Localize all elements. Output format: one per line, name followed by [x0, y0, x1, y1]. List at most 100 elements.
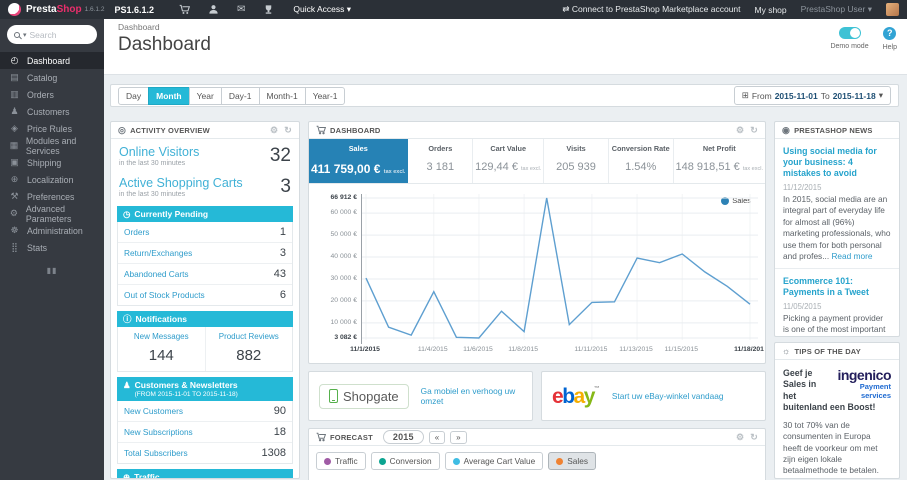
refresh-icon[interactable]: ↻: [284, 125, 292, 136]
sidebar-item-advanced-parameters[interactable]: ⚙ Advanced Parameters: [0, 204, 104, 224]
forecast-legend-conversion[interactable]: Conversion: [370, 452, 440, 470]
shopgate-ad-link[interactable]: Ga mobiel en verhoog uw omzet: [421, 386, 522, 406]
sidebar-item-dashboard[interactable]: ◴ Dashboard: [0, 52, 104, 69]
pending-row-abandoned-carts[interactable]: Abandoned Carts 43: [118, 264, 292, 286]
kpi-cart-value[interactable]: Cart Value 129,44 € tax excl.: [473, 139, 545, 183]
trophy-icon[interactable]: [263, 4, 274, 15]
sidebar-item-shipping[interactable]: ▣ Shipping: [0, 154, 104, 171]
chart-y-axis: 66 912 € 60 000 € 50 000 € 40 000 € 30 000 €…: [317, 194, 361, 344]
kpi-net-profit[interactable]: Net Profit 148 918,51 € tax excl.: [674, 139, 765, 183]
shopgate-ad-card[interactable]: Shopgate Ga mobiel en verhoog uw omzet: [308, 371, 533, 421]
chevron-down-icon: ▾: [878, 90, 883, 100]
gear-icon[interactable]: ⚙: [270, 125, 278, 136]
pending-row-out-of-stock[interactable]: Out of Stock Products 6: [118, 285, 292, 305]
forecast-year: 2015: [382, 430, 424, 444]
forecast-panel-title: FORECAST: [330, 432, 373, 442]
gear-icon[interactable]: ⚙: [736, 432, 744, 443]
read-more-link[interactable]: Read more: [831, 251, 872, 261]
search-input[interactable]: [29, 29, 88, 40]
administration-icon: ☸: [10, 225, 19, 235]
range-day-1-button[interactable]: Day-1: [220, 86, 260, 105]
range-year-button[interactable]: Year: [188, 86, 222, 105]
customers-title: Customers & Newsletters: [134, 380, 238, 391]
sidebar-item-stats[interactable]: ⣿ Stats: [0, 239, 104, 256]
sidebar-item-localization[interactable]: ⊕ Localization: [0, 171, 104, 188]
sidebar-item-customers[interactable]: ♟ Customers: [0, 103, 104, 120]
messages-icon[interactable]: ✉: [237, 4, 245, 15]
cart-icon: [316, 432, 327, 443]
sidebar-item-preferences[interactable]: ⚒ Preferences: [0, 188, 104, 205]
new-messages-cell[interactable]: New Messages 144: [118, 327, 205, 371]
forecast-legend-sales[interactable]: Sales: [548, 452, 596, 470]
x-axis-tick-label: 11/6/2015: [463, 346, 493, 353]
news-article-title[interactable]: Using social media for your business: 4 …: [783, 146, 891, 179]
date-range-picker[interactable]: ⊞ From 2015-11-01 To 2015-11-18 ▾: [733, 86, 891, 105]
news-article-title[interactable]: Ecommerce 101: Payments in a Tweet: [783, 276, 891, 298]
currently-pending-section: ◷ Currently Pending Orders 1 Return/Exchan…: [117, 206, 293, 307]
kpi-conversion-rate[interactable]: Conversion Rate 1.54%: [609, 139, 674, 183]
kpi-visits[interactable]: Visits 205 939: [544, 139, 609, 183]
forecast-legend-average-cart-value[interactable]: Average Cart Value: [444, 452, 544, 470]
quick-access-menu[interactable]: Quick Access ▾: [293, 4, 351, 15]
cart-icon[interactable]: [179, 4, 191, 15]
range-day-button[interactable]: Day: [118, 86, 150, 105]
user-avatar[interactable]: [886, 3, 899, 16]
ebay-ad-link[interactable]: Start uw eBay-winkel vandaag: [612, 391, 724, 401]
sidebar-item-modules[interactable]: ▦ Modules and Services: [0, 136, 104, 156]
row-new-subscriptions[interactable]: New Subscriptions 18: [118, 422, 292, 444]
sales-dot-icon: [556, 457, 564, 465]
range-month-1-button[interactable]: Month-1: [258, 86, 306, 105]
lightbulb-icon: ☼: [782, 346, 791, 356]
online-visitors-label: Online Visitors: [119, 145, 200, 159]
notifications-section: ⓘ Notifications New Messages 144 Product …: [117, 311, 293, 373]
refresh-icon[interactable]: ↻: [750, 125, 758, 136]
prestashop-news-panel: ◉ PRESTASHOP NEWS Using social media for…: [774, 121, 900, 337]
sidebar-collapse-handle[interactable]: ▮▮: [0, 266, 104, 275]
rss-icon: ◉: [782, 124, 791, 135]
pending-row-returns[interactable]: Return/Exchanges 3: [118, 243, 292, 265]
demo-mode-toggle[interactable]: [838, 27, 861, 39]
forecast-prev-button[interactable]: «: [428, 430, 446, 444]
sidebar-item-label: Localization: [27, 174, 74, 185]
chart-plot: [361, 194, 758, 344]
active-carts-metric[interactable]: Active Shopping Carts in the last 30 min…: [111, 170, 299, 201]
marketplace-link[interactable]: ⇄ Connect to PrestaShop Marketplace acco…: [562, 4, 740, 15]
forecast-panel: FORECAST 2015 « » ⚙ ↻ Traffic Conversion …: [308, 428, 766, 480]
forecast-next-button[interactable]: »: [450, 430, 467, 444]
sidebar-item-administration[interactable]: ☸ Administration: [0, 222, 104, 239]
help-control: ? Help: [883, 27, 897, 51]
help-icon[interactable]: ?: [883, 27, 897, 40]
range-month-button[interactable]: Month: [148, 86, 190, 105]
sidebar-item-price-rules[interactable]: ◈ Price Rules: [0, 120, 104, 137]
brand-name: PrestaShop: [26, 4, 82, 15]
row-total-subscribers[interactable]: Total Subscribers 1308: [118, 443, 292, 463]
row-new-customers[interactable]: New Customers 90: [118, 401, 292, 423]
range-year-1-button[interactable]: Year-1: [304, 86, 346, 105]
prestashop-logo-icon: [8, 3, 21, 16]
gear-icon[interactable]: ⚙: [736, 125, 744, 136]
y-axis-tick-label: 3 082 €: [334, 334, 357, 341]
ebay-ad-card[interactable]: ebay™ Start uw eBay-winkel vandaag: [541, 371, 766, 421]
user-menu[interactable]: PrestaShop User ▾: [801, 4, 872, 15]
refresh-icon[interactable]: ↻: [750, 432, 758, 443]
kpi-sales[interactable]: Sales 411 759,00 € tax excl.: [309, 139, 409, 183]
forecast-legend-traffic[interactable]: Traffic: [316, 452, 366, 470]
average-cart-value-dot-icon: [452, 457, 460, 465]
catalog-icon: ▤: [10, 72, 19, 82]
people-icon: ♟: [123, 380, 131, 391]
customer-icon[interactable]: [208, 4, 219, 15]
kpi-orders[interactable]: Orders 3 181: [408, 139, 474, 183]
active-carts-label: Active Shopping Carts: [119, 176, 243, 190]
my-shop-link[interactable]: My shop: [755, 5, 787, 15]
activity-panel-title: ACTIVITY OVERVIEW: [130, 125, 210, 135]
online-visitors-value: 32: [269, 145, 291, 166]
breadcrumb[interactable]: Dashboard: [118, 22, 893, 32]
modules-icon: ▦: [9, 140, 19, 150]
pending-row-orders[interactable]: Orders 1: [118, 222, 292, 244]
online-visitors-metric[interactable]: Online Visitors in the last 30 minutes 3…: [111, 139, 299, 170]
sidebar-search[interactable]: ▾: [7, 25, 97, 44]
sidebar-item-catalog[interactable]: ▤ Catalog: [0, 69, 104, 86]
product-reviews-cell[interactable]: Product Reviews 882: [204, 327, 293, 372]
ebay-logo: ebay™: [552, 384, 600, 408]
sidebar-item-orders[interactable]: ▥ Orders: [0, 86, 104, 103]
